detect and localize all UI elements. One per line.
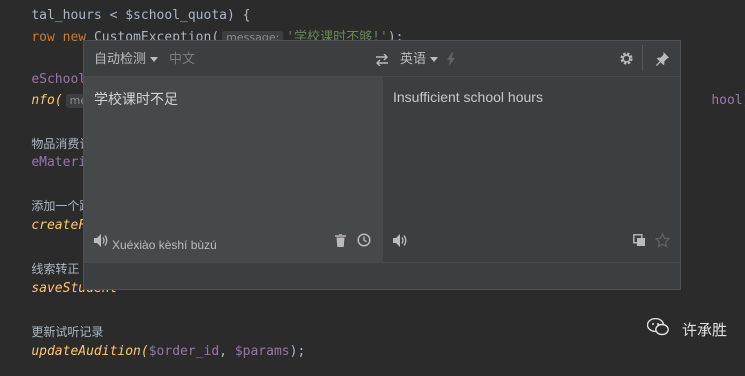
history-icon[interactable] bbox=[357, 233, 371, 252]
lightning-icon[interactable] bbox=[446, 52, 456, 71]
target-language-dropdown[interactable]: 英语 bbox=[400, 51, 439, 67]
swap-languages-icon[interactable] bbox=[375, 53, 389, 71]
translation-pane: Insufficient school hours bbox=[383, 77, 680, 262]
target-language-label: 英语 bbox=[400, 51, 427, 66]
code-line-4-tail: hool]); bbox=[711, 93, 745, 108]
copy-icon[interactable] bbox=[633, 234, 646, 252]
star-icon[interactable] bbox=[654, 232, 671, 253]
translation-toolbar: 自动检测 中文 英语 bbox=[84, 41, 680, 77]
delete-icon[interactable] bbox=[335, 233, 346, 252]
translated-text[interactable]: Insufficient school hours bbox=[393, 89, 543, 105]
speaker-icon[interactable] bbox=[94, 234, 108, 252]
popup-footer bbox=[84, 262, 680, 289]
detected-language: 中文 bbox=[169, 51, 196, 66]
chevron-down-icon bbox=[430, 57, 439, 63]
watermark-text: 许承胜 bbox=[681, 321, 727, 339]
gear-icon[interactable] bbox=[619, 51, 634, 71]
source-text[interactable]: 学校课时不足 bbox=[94, 89, 178, 109]
pinyin-text: Xuéxiào kèshí bùzú bbox=[112, 238, 217, 252]
toolbar-divider bbox=[642, 45, 643, 71]
pin-icon[interactable] bbox=[655, 51, 670, 71]
wechat-icon bbox=[646, 317, 669, 340]
source-language-dropdown[interactable]: 自动检测 bbox=[94, 51, 159, 67]
code-line-8: updateAudition($order_id, $params); bbox=[31, 344, 306, 359]
source-pane[interactable]: 学校课时不足 Xuéxiào kèshí bùzú bbox=[84, 77, 383, 262]
source-language-label: 自动检测 bbox=[94, 51, 147, 66]
translation-popup: 自动检测 中文 英语 学校课时不足 Xuéxiào kèshí bùzú Ins… bbox=[83, 40, 681, 290]
speaker-icon[interactable] bbox=[393, 234, 407, 252]
chevron-down-icon bbox=[150, 57, 159, 63]
